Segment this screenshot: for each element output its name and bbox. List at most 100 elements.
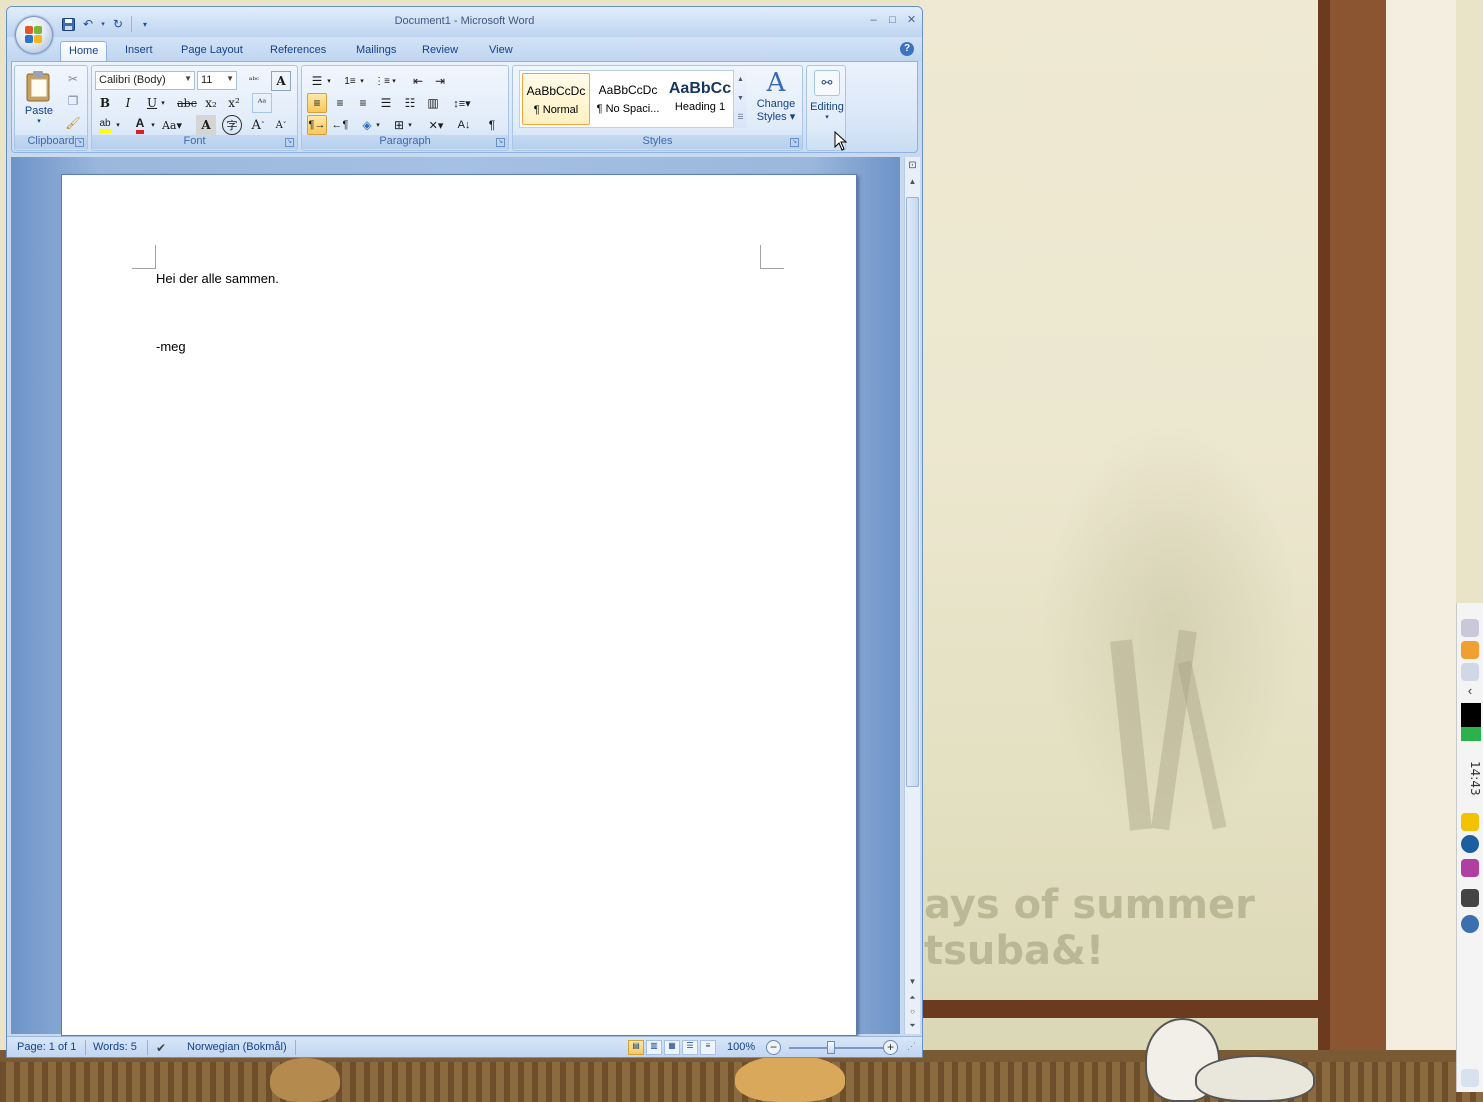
font-name-combo[interactable]: Calibri (Body) ▼: [95, 71, 195, 90]
monitor-icon[interactable]: [1461, 889, 1479, 907]
document-page[interactable]: Hei der alle sammen. -meg: [61, 174, 857, 1036]
zoom-level[interactable]: 100%: [727, 1041, 755, 1053]
ltr-paragraph-icon[interactable]: ¶→: [307, 115, 327, 135]
scroll-down-icon[interactable]: ▼: [905, 975, 920, 989]
tab-mailings[interactable]: Mailings: [348, 41, 404, 61]
subscript-icon[interactable]: x₂: [201, 93, 221, 113]
chevron-down-icon[interactable]: ▼: [734, 89, 747, 108]
clipboard-launcher-icon[interactable]: ↘: [75, 138, 84, 147]
user-icon[interactable]: [1461, 619, 1479, 637]
editing-button[interactable]: ⚯ Editing ▾: [808, 68, 846, 134]
change-case-dropdown-icon[interactable]: Aa▾: [162, 115, 182, 135]
full-screen-reading-icon[interactable]: ▥: [646, 1040, 662, 1055]
next-page-icon[interactable]: ⏷: [905, 1019, 920, 1033]
vertical-scrollbar[interactable]: ⊡ ▲ ▼ ⏶ ○ ⏷: [904, 157, 920, 1034]
maximize-icon[interactable]: □: [884, 11, 901, 28]
align-right-icon[interactable]: ≡: [353, 93, 373, 113]
tab-page-layout[interactable]: Page Layout: [173, 41, 251, 61]
cut-icon[interactable]: ✂: [63, 69, 83, 89]
line-spacing-icon[interactable]: ↕≡▾: [452, 93, 472, 113]
character-border-icon[interactable]: A: [271, 71, 291, 91]
styles-launcher-icon[interactable]: ↘: [790, 138, 799, 147]
chevron-left-icon[interactable]: ‹: [1461, 683, 1479, 701]
numbering-dropdown-icon[interactable]: ▾: [357, 71, 367, 91]
strikethrough-icon[interactable]: abc: [177, 93, 197, 113]
style-normal[interactable]: AaBbCcDc ¶ Normal: [522, 73, 590, 125]
zoom-in-icon[interactable]: +: [883, 1040, 898, 1055]
document-text-line[interactable]: Hei der alle sammen.: [156, 271, 279, 286]
show-formatting-marks-icon[interactable]: ¶: [482, 115, 502, 135]
change-case-icon[interactable]: ᴬᵃ: [252, 93, 272, 113]
align-center-icon[interactable]: ≡: [330, 93, 350, 113]
increase-indent-icon[interactable]: ⇥: [430, 71, 450, 91]
proofing-icon[interactable]: ✔: [156, 1041, 166, 1055]
font-color-dropdown-icon[interactable]: ▾: [148, 115, 158, 135]
more-styles-icon[interactable]: ☰: [734, 108, 747, 127]
justify-icon[interactable]: ☰: [376, 93, 396, 113]
tab-review[interactable]: Review: [414, 41, 466, 61]
font-launcher-icon[interactable]: ↘: [285, 138, 294, 147]
borders-dropdown-icon[interactable]: ▾: [405, 115, 415, 135]
underline-dropdown-icon[interactable]: ▾: [158, 93, 168, 113]
copy-icon[interactable]: ❐: [63, 91, 83, 111]
font-size-combo[interactable]: 11 ▼: [197, 71, 237, 90]
character-shading-icon[interactable]: A: [196, 115, 216, 135]
clear-formatting-icon[interactable]: ᵃᵇᶜ: [244, 71, 264, 91]
notes-icon[interactable]: [1461, 1069, 1479, 1087]
tab-insert[interactable]: Insert: [117, 41, 161, 61]
shading-dropdown-icon[interactable]: ▾: [373, 115, 383, 135]
italic-icon[interactable]: I: [118, 93, 138, 113]
web-layout-icon[interactable]: ▦: [664, 1040, 680, 1055]
style-heading-1[interactable]: AaBbCc Heading 1: [666, 73, 734, 125]
change-styles-button[interactable]: A Change Styles ▾: [753, 68, 799, 132]
rtl-paragraph-icon[interactable]: ←¶: [330, 115, 350, 135]
sort-icon[interactable]: A↓: [454, 115, 474, 135]
resize-grip-icon[interactable]: ⋰: [907, 1041, 916, 1052]
align-left-icon[interactable]: ≡: [307, 93, 327, 113]
columns-align-icon[interactable]: ▥: [423, 93, 443, 113]
app-icon[interactable]: [1461, 641, 1479, 659]
gallery-scrollbar[interactable]: ▲ ▼ ☰: [733, 70, 747, 128]
draft-view-icon[interactable]: ≡: [700, 1040, 716, 1055]
minimize-icon[interactable]: –: [865, 11, 882, 28]
search-icon[interactable]: [1461, 663, 1479, 681]
outline-view-icon[interactable]: ☰: [682, 1040, 698, 1055]
tab-home[interactable]: Home: [60, 41, 108, 61]
zoom-slider-thumb[interactable]: [827, 1041, 835, 1054]
language[interactable]: Norwegian (Bokmål): [187, 1041, 287, 1053]
multilevel-dropdown-icon[interactable]: ▾: [389, 71, 399, 91]
zoom-slider[interactable]: [789, 1047, 893, 1049]
distributed-icon[interactable]: ☷: [400, 93, 420, 113]
grow-font-icon[interactable]: A ˄: [248, 115, 268, 135]
page-count[interactable]: Page: 1 of 1: [17, 1041, 76, 1053]
asian-layout-icon[interactable]: ✕▾: [426, 115, 446, 135]
warning-icon[interactable]: [1461, 813, 1479, 831]
document-text-line[interactable]: -meg: [156, 339, 186, 354]
ruler-toggle-icon[interactable]: ⊡: [905, 159, 920, 173]
office-button[interactable]: [15, 16, 53, 54]
previous-page-icon[interactable]: ⏶: [905, 991, 920, 1005]
bold-icon[interactable]: B: [95, 93, 115, 113]
decrease-indent-icon[interactable]: ⇤: [408, 71, 428, 91]
select-browse-object-icon[interactable]: ○: [905, 1005, 920, 1019]
settings-icon[interactable]: [1461, 859, 1479, 877]
paragraph-launcher-icon[interactable]: ↘: [496, 138, 505, 147]
paste-button[interactable]: Paste ▾: [19, 70, 59, 132]
tab-view[interactable]: View: [481, 41, 521, 61]
network-icon[interactable]: [1461, 835, 1479, 853]
scroll-thumb[interactable]: [906, 197, 919, 787]
volume-icon[interactable]: [1461, 915, 1479, 933]
print-layout-view-icon[interactable]: ▤: [628, 1040, 644, 1055]
zoom-out-icon[interactable]: −: [766, 1040, 781, 1055]
style-no-spacing[interactable]: AaBbCcDc ¶ No Spaci...: [594, 73, 662, 125]
scroll-up-icon[interactable]: ▲: [905, 175, 920, 189]
font-color-icon[interactable]: A: [130, 115, 150, 135]
highlight-dropdown-icon[interactable]: ▾: [113, 115, 123, 135]
enclose-characters-icon[interactable]: 字: [222, 115, 242, 135]
shrink-font-icon[interactable]: A ˅: [271, 115, 291, 135]
close-icon[interactable]: ✕: [903, 11, 920, 28]
superscript-icon[interactable]: x²: [224, 93, 244, 113]
chevron-up-icon[interactable]: ▲: [734, 70, 747, 89]
bullets-dropdown-icon[interactable]: ▾: [324, 71, 334, 91]
highlight-icon[interactable]: ab: [95, 115, 115, 135]
